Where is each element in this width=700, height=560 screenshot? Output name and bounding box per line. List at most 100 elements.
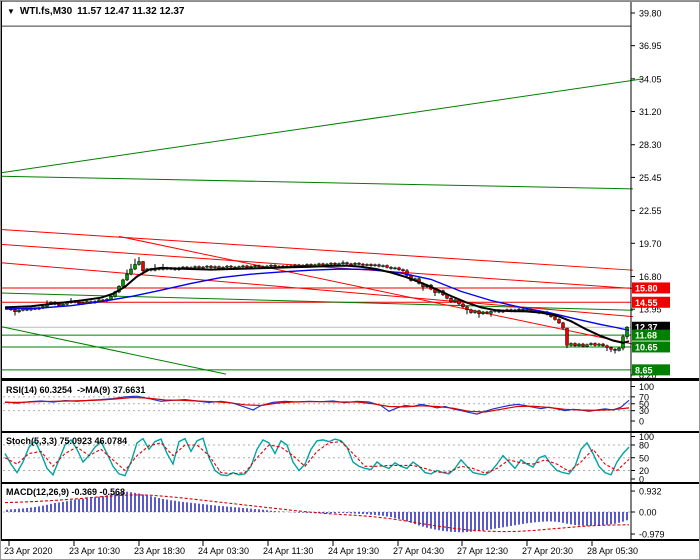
price-tick-label: 22.55 [639, 206, 662, 216]
candle-down [557, 319, 561, 324]
price-tag-label: 15.80 [635, 283, 658, 293]
candle-down [349, 263, 353, 266]
stoch-indicator-label: Stoch(5,3,3) 75.0923 46.0784 [6, 436, 128, 446]
candle-down [465, 306, 469, 310]
time-label: 24 Apr 11:30 [263, 546, 313, 556]
candle-up [569, 343, 573, 346]
rsi-scale-label: 100 [639, 382, 654, 392]
symbol-label: ▼ WTI.fs,M30 11.57 12.47 11.32 12.37 [7, 6, 185, 17]
candle-down [485, 311, 489, 314]
panel-separator [1, 431, 699, 433]
candle-up [589, 343, 593, 345]
candle-down [613, 348, 617, 351]
candle-down [609, 347, 613, 350]
candle-up [121, 279, 125, 287]
price-tick-label: 34.05 [639, 74, 662, 84]
candle-down [217, 266, 221, 269]
candle-up [201, 266, 205, 269]
candle-down [461, 303, 465, 308]
price-tick-label: 25.45 [639, 173, 662, 183]
candle-up [365, 264, 369, 266]
candle-down [477, 310, 481, 314]
candle-down [401, 269, 405, 272]
time-label: 27 Apr 20:30 [522, 546, 573, 556]
time-label: 24 Apr 03:30 [198, 546, 249, 556]
candle-up [353, 263, 357, 265]
candle-up [325, 263, 329, 266]
candle-down [565, 327, 569, 346]
candle-up [393, 267, 397, 270]
macd-scale-label: 0.00 [639, 508, 657, 518]
price-tick-label: 31.20 [639, 107, 662, 117]
candle-up [517, 308, 521, 311]
panel-separator [1, 539, 699, 541]
candle-up [305, 264, 309, 266]
candle-down [245, 265, 249, 268]
candle-down [573, 343, 577, 347]
candle-up [597, 343, 601, 346]
price-tag-label: 8.65 [635, 365, 653, 375]
candle-down [605, 345, 609, 348]
price-tick-label: 28.30 [639, 140, 662, 150]
time-label: 23 Apr 18:30 [134, 546, 185, 556]
time-label: 27 Apr 12:30 [457, 546, 508, 556]
candle-up [193, 266, 197, 268]
stoch-scale-label: 80 [639, 441, 649, 451]
candle-down [333, 263, 337, 265]
candle-up [489, 311, 493, 314]
macd-scale-label: -0.979 [639, 530, 665, 540]
candle-up [453, 299, 457, 302]
candle-down [297, 264, 301, 267]
candle-up [85, 301, 89, 304]
candle-down [377, 264, 381, 267]
candle-down [561, 322, 565, 329]
time-label: 23 Apr 2020 [4, 546, 53, 556]
candle-down [357, 263, 361, 265]
candle-up [61, 303, 65, 306]
candle-down [553, 316, 557, 320]
price-tick-label: 19.70 [639, 239, 662, 249]
candle-down [385, 265, 389, 268]
time-label: 27 Apr 04:30 [393, 546, 444, 556]
candle-up [17, 310, 21, 313]
candle-up [225, 265, 229, 268]
candle-up [205, 265, 209, 268]
chevron-down-icon[interactable]: ▼ [7, 7, 15, 16]
macd-indicator-label: MACD(12,26,9) -0.369 -0.568 [6, 487, 126, 497]
price-tick-label: 36.95 [639, 41, 662, 51]
candle-up [329, 263, 333, 265]
time-label: 24 Apr 19:30 [328, 546, 379, 556]
rsi-scale-label: 0 [639, 417, 644, 427]
candle-up [373, 264, 377, 267]
rsi-scale-label: 30 [639, 406, 649, 416]
time-label: 28 Apr 05:30 [587, 546, 638, 556]
chart-window: 39.80 36.95 34.05 31.20 28.30 25.45 22.55 19.70… [0, 0, 700, 560]
chart-canvas[interactable]: 39.80 36.95 34.05 31.20 28.30 25.45 22.55 19.70… [1, 1, 700, 560]
candle-up [21, 308, 25, 311]
price-tick-label: 16.80 [639, 272, 662, 282]
candle-up [337, 263, 341, 265]
price-tag-label: 14.55 [635, 298, 658, 308]
candle-up [317, 263, 321, 266]
panel-separator [1, 378, 699, 381]
candle-down [77, 302, 81, 305]
price-tag-label: 11.68 [635, 331, 657, 341]
candle-up [125, 273, 129, 281]
candle-down [345, 262, 349, 265]
candle-down [273, 265, 277, 267]
candle-down [209, 265, 213, 268]
rsi-indicator-label: RSI(14) 60.3254 ->MA(9) 37.6631 [6, 385, 146, 395]
candle-up [381, 265, 385, 267]
candle-down [397, 267, 401, 270]
candle-down [581, 343, 585, 347]
price-tag-label: 10.65 [635, 342, 658, 352]
candle-up [625, 326, 629, 337]
candle-down [141, 261, 145, 272]
panel-separator [1, 482, 699, 484]
candle-up [133, 264, 137, 270]
candle-down [57, 303, 61, 306]
candle-down [229, 265, 233, 268]
candle-up [269, 265, 273, 267]
candle-up [109, 296, 113, 300]
candle-down [449, 298, 453, 302]
